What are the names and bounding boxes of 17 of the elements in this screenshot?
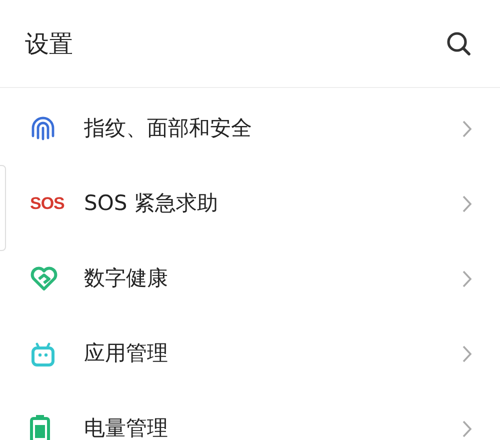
chevron-icon bbox=[462, 270, 472, 288]
sos-icon: SOS bbox=[30, 195, 64, 212]
menu-item-label[interactable]: 电量管理 bbox=[84, 412, 462, 440]
robot-icon bbox=[30, 340, 56, 366]
search-icon[interactable] bbox=[446, 30, 472, 56]
fingerprint-icon bbox=[30, 116, 56, 142]
page-title: 设置 bbox=[25, 28, 73, 60]
menu-item-label[interactable]: 指纹、面部和安全 bbox=[84, 112, 462, 144]
menu-item-label[interactable]: SOS 紧急求助 bbox=[84, 188, 462, 220]
menu-item-label[interactable]: 数字健康 bbox=[84, 262, 462, 294]
chevron-icon bbox=[462, 194, 472, 212]
menu-item-label[interactable]: 应用管理 bbox=[84, 338, 462, 370]
chevron-icon bbox=[462, 344, 472, 362]
chevron-icon bbox=[462, 120, 472, 138]
chevron-icon bbox=[462, 420, 472, 438]
heart-icon bbox=[30, 266, 58, 292]
battery-icon bbox=[30, 414, 50, 440]
